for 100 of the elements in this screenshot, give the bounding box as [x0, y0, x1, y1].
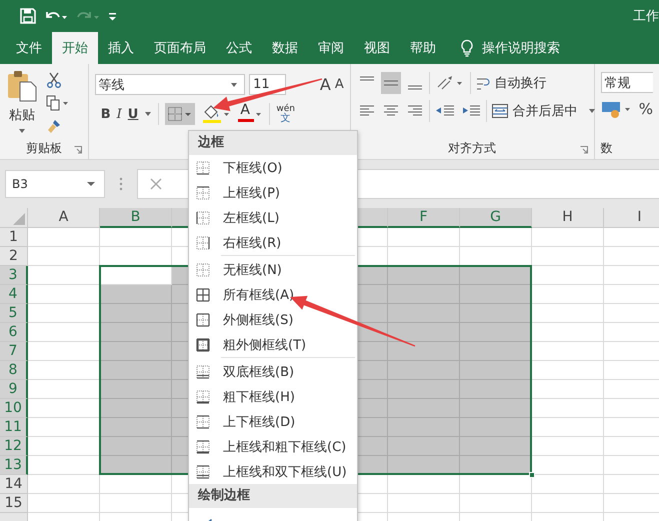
italic-button[interactable]: I: [116, 106, 122, 122]
group-label: 剪贴板: [26, 140, 62, 156]
ribbon-tab[interactable]: 公式: [216, 32, 262, 64]
menu-item[interactable]: 粗下框线(H): [189, 384, 357, 409]
font-size-field[interactable]: 11: [249, 74, 286, 95]
grid-cell: [532, 380, 604, 399]
menu-item[interactable]: 无框线(N): [189, 257, 357, 282]
underline-button[interactable]: U: [128, 106, 138, 122]
grid-cell: [28, 475, 100, 494]
borders-button[interactable]: [165, 103, 196, 125]
grid-cell: [388, 285, 460, 304]
grow-font-button[interactable]: A: [320, 75, 331, 94]
name-box[interactable]: B3: [5, 170, 105, 198]
menu-item[interactable]: 粗外侧框线(T): [189, 332, 357, 357]
no-border-icon: [196, 262, 210, 276]
grid-cell: [460, 418, 532, 437]
grid-cell: [388, 228, 460, 247]
cut-icon[interactable]: [46, 72, 62, 88]
launcher-icon[interactable]: [74, 146, 82, 154]
fill-handle[interactable]: [529, 472, 535, 478]
row-header[interactable]: 14: [0, 475, 28, 494]
copy-icon[interactable]: [46, 95, 70, 111]
row-header[interactable]: 1: [0, 228, 28, 247]
save-icon[interactable]: [20, 8, 36, 24]
grid-cell: [460, 399, 532, 418]
grid-cell: [388, 437, 460, 456]
ribbon-tab[interactable]: 插入: [98, 32, 144, 64]
row-header[interactable]: 7: [0, 342, 28, 361]
grid-cell: [532, 266, 604, 285]
row-header[interactable]: 9: [0, 380, 28, 399]
caret-icon[interactable]: [144, 111, 152, 117]
menu-item[interactable]: 上框线(P): [189, 180, 357, 205]
thick-bottom-border-icon: [196, 390, 210, 404]
menu-item[interactable]: 左框线(L): [189, 205, 357, 230]
row-header[interactable]: 3: [0, 266, 28, 285]
caret-icon: [18, 128, 26, 134]
active-cell: [100, 266, 172, 285]
group-label: 数: [600, 140, 613, 156]
ribbon-tab[interactable]: 审阅: [308, 32, 354, 64]
grid-cell: [388, 342, 460, 361]
menu-item[interactable]: 外侧框线(S): [189, 307, 357, 332]
lightbulb-icon[interactable]: [460, 39, 474, 57]
row-header[interactable]: 6: [0, 323, 28, 342]
row-header[interactable]: 10: [0, 399, 28, 418]
caret-icon: [86, 181, 96, 187]
grid-cell: [532, 342, 604, 361]
grid-cell: [100, 323, 172, 342]
grid-cell: [100, 399, 172, 418]
phonetic-button[interactable]: wén 文: [276, 105, 295, 123]
row-header[interactable]: 5: [0, 304, 28, 323]
format-painter-icon[interactable]: [46, 118, 62, 134]
ribbon-tab[interactable]: 数据: [262, 32, 308, 64]
column-header[interactable]: H: [532, 208, 604, 228]
column-header[interactable]: A: [28, 208, 100, 228]
menu-item[interactable]: 下框线(O): [189, 155, 357, 180]
menu-item[interactable]: 右框线(R): [189, 230, 357, 255]
row-header[interactable]: 11: [0, 418, 28, 437]
ribbon-tab[interactable]: 视图: [354, 32, 400, 64]
row-header[interactable]: 4: [0, 285, 28, 304]
column-header[interactable]: I: [604, 208, 659, 228]
align-middle-icon[interactable]: [380, 72, 401, 94]
column-header[interactable]: G: [460, 208, 532, 228]
row-header[interactable]: 12: [0, 437, 28, 456]
top-thick-bottom-border-icon: [196, 440, 210, 454]
thick-outside-borders-icon: [196, 338, 210, 352]
paste-button[interactable]: 粘贴: [6, 70, 38, 137]
ribbon-tab[interactable]: 文件: [6, 32, 52, 64]
menu-item[interactable]: 上框线和粗下框线(C): [189, 434, 357, 459]
menu-item[interactable]: 所有框线(A): [189, 282, 357, 307]
menu-item[interactable]: 双底框线(B): [189, 359, 357, 384]
ribbon-tab[interactable]: 开始: [52, 32, 98, 64]
double-bottom-border-icon: [196, 364, 210, 378]
row-header[interactable]: 8: [0, 361, 28, 380]
fill-color-icon[interactable]: [201, 104, 232, 124]
bold-button[interactable]: B: [100, 106, 111, 122]
number-format-field[interactable]: 常规: [600, 72, 653, 93]
percent-button[interactable]: %: [638, 100, 653, 118]
row-header[interactable]: 2: [0, 247, 28, 266]
merge-center-button[interactable]: 合并后居中: [490, 102, 596, 120]
grid-cell: [532, 304, 604, 323]
font-color-button[interactable]: A: [237, 104, 264, 124]
grid-cell: [388, 418, 460, 437]
grid-cell: [460, 342, 532, 361]
shrink-font-button[interactable]: A: [334, 77, 344, 92]
border-right-icon: [196, 236, 210, 250]
ribbon-tab[interactable]: 页面布局: [144, 32, 216, 64]
group-label: 对齐方式: [448, 140, 496, 156]
ribbon-tab[interactable]: 帮助: [400, 32, 446, 64]
column-header[interactable]: B: [100, 208, 172, 228]
grid-cell: [388, 361, 460, 380]
wrap-text-button[interactable]: 自动换行: [474, 74, 547, 92]
column-header[interactable]: F: [388, 208, 460, 228]
tell-me-search[interactable]: 操作说明搜索: [482, 39, 560, 57]
grid-cell: [532, 361, 604, 380]
font-name-field[interactable]: 等线: [94, 74, 246, 95]
row-header[interactable]: 15: [0, 494, 28, 513]
row-header[interactable]: 13: [0, 456, 28, 475]
menu-item[interactable]: 上框线和双下框线(U): [189, 459, 357, 484]
menu-item[interactable]: 上下框线(D): [189, 409, 357, 434]
launcher-icon[interactable]: [580, 146, 588, 154]
